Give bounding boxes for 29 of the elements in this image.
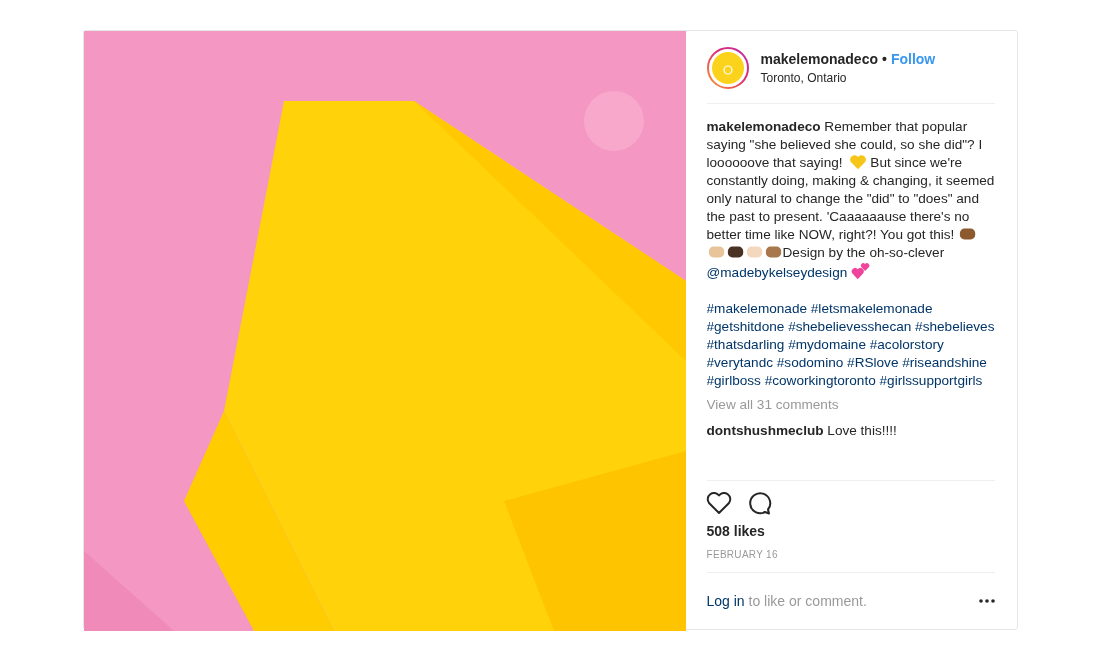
location[interactable]: Toronto, Ontario xyxy=(760,71,936,85)
hashtag-link[interactable]: #girlssupportgirls xyxy=(879,373,983,388)
comment: dontshushmeclub Love this!!!! xyxy=(706,422,898,440)
hashtag-link[interactable]: #verytandc xyxy=(706,355,773,370)
hashtag-link[interactable]: #coworkingtoronto xyxy=(764,373,876,388)
hashtag-link[interactable]: #getshitdone xyxy=(706,319,785,334)
hashtag-link[interactable]: #letsmakelemonade xyxy=(810,301,933,316)
mention-link[interactable]: @madebykelseydesign xyxy=(706,265,848,280)
hashtag-link[interactable]: #shebelieves xyxy=(915,319,995,334)
post-date: FEBRUARY 16 xyxy=(706,549,779,560)
username[interactable]: makelemonadeco xyxy=(760,51,878,67)
login-link[interactable]: Log in xyxy=(706,593,745,609)
login-prompt: Log in to like or comment. xyxy=(706,593,867,609)
hashtag-link[interactable]: #shebelievesshecan xyxy=(788,319,912,334)
more-icon[interactable] xyxy=(978,599,995,603)
hashtag-link[interactable]: #makelemonade xyxy=(706,301,807,316)
hashtag-link[interactable]: #riseandshine xyxy=(902,355,987,370)
comment-icon[interactable] xyxy=(747,491,772,515)
separator-dot: • xyxy=(882,51,887,67)
hashtag-link[interactable]: #girlboss xyxy=(706,373,761,388)
likes-count[interactable]: 508 likes xyxy=(706,523,995,539)
caption-text: makelemonadeco Remember that popular saying "she believed she could, so she did"? I loooooove that saying! But since we're constantly doing, making & changing, it seemed only natural to change the "did" to "does" and the past to present. 'Caaaaaause there's no better time like NOW, right?! You got this! Design by the oh-so-clever @madebykelseydesign xyxy=(706,118,995,282)
hashtag-link[interactable]: #RSlove xyxy=(847,355,899,370)
heart-icon[interactable] xyxy=(705,491,732,515)
hashtag-link[interactable]: #sodomino xyxy=(776,355,844,370)
hashtag-link[interactable]: #mydomaine xyxy=(788,337,866,352)
avatar[interactable] xyxy=(706,47,749,89)
hashtag-link[interactable]: #acolorstory xyxy=(869,337,944,352)
hashtag-link[interactable]: #thatsdarling xyxy=(706,337,785,352)
